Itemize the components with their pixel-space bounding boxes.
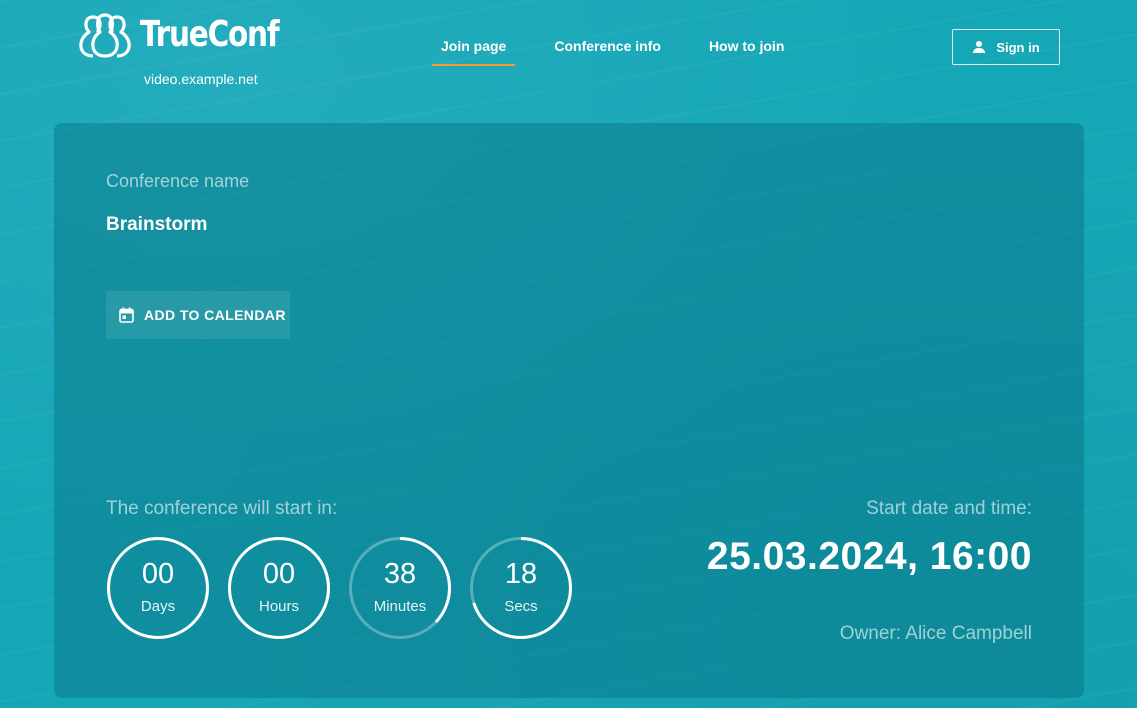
tab-how-to-join[interactable]: How to join <box>700 32 793 66</box>
tab-conference-info[interactable]: Conference info <box>545 32 670 66</box>
logo-text: TrueConf <box>140 14 280 55</box>
conference-name-label: Conference name <box>106 171 250 191</box>
timer-hours-value: 00 <box>262 558 296 590</box>
timer-days-value: 00 <box>141 558 175 590</box>
countdown-label: The conference will start in: <box>106 498 338 519</box>
timer-seconds: 18 Secs <box>469 536 573 640</box>
conference-card: Conference name Brainstorm ADD TO CALEND… <box>54 123 1084 698</box>
timer-days: 00 Days <box>106 536 210 640</box>
add-to-calendar-label: ADD TO CALENDAR <box>144 307 286 323</box>
countdown-timers: 00 Days 00 Hours 38 Minutes 18 Secs <box>106 536 590 640</box>
sign-in-button[interactable]: Sign in <box>952 29 1060 65</box>
timer-hours-unit: Hours <box>258 598 299 615</box>
start-datetime-label: Start date and time: <box>866 498 1032 519</box>
users-logo-icon <box>78 12 132 58</box>
timer-minutes-unit: Minutes <box>373 598 427 615</box>
timer-seconds-unit: Secs <box>504 598 538 615</box>
timer-seconds-value: 18 <box>504 558 538 590</box>
conference-owner: Owner: Alice Campbell <box>839 623 1032 644</box>
start-datetime-value: 25.03.2024, 16:00 <box>706 535 1032 578</box>
add-to-calendar-button[interactable]: ADD TO CALENDAR <box>106 291 290 339</box>
timer-days-unit: Days <box>140 598 176 615</box>
main-nav: Join page Conference info How to join <box>432 32 823 66</box>
conference-name: Brainstorm <box>106 214 208 235</box>
trueconf-logo[interactable]: TrueConf <box>78 12 309 58</box>
person-icon <box>972 40 986 54</box>
tab-join-page[interactable]: Join page <box>432 32 516 66</box>
timer-minutes-value: 38 <box>383 558 417 590</box>
timer-hours: 00 Hours <box>227 536 331 640</box>
sign-in-label: Sign in <box>996 39 1040 55</box>
server-domain: video.example.net <box>144 71 258 87</box>
timer-minutes: 38 Minutes <box>348 536 452 640</box>
calendar-icon <box>119 307 134 323</box>
